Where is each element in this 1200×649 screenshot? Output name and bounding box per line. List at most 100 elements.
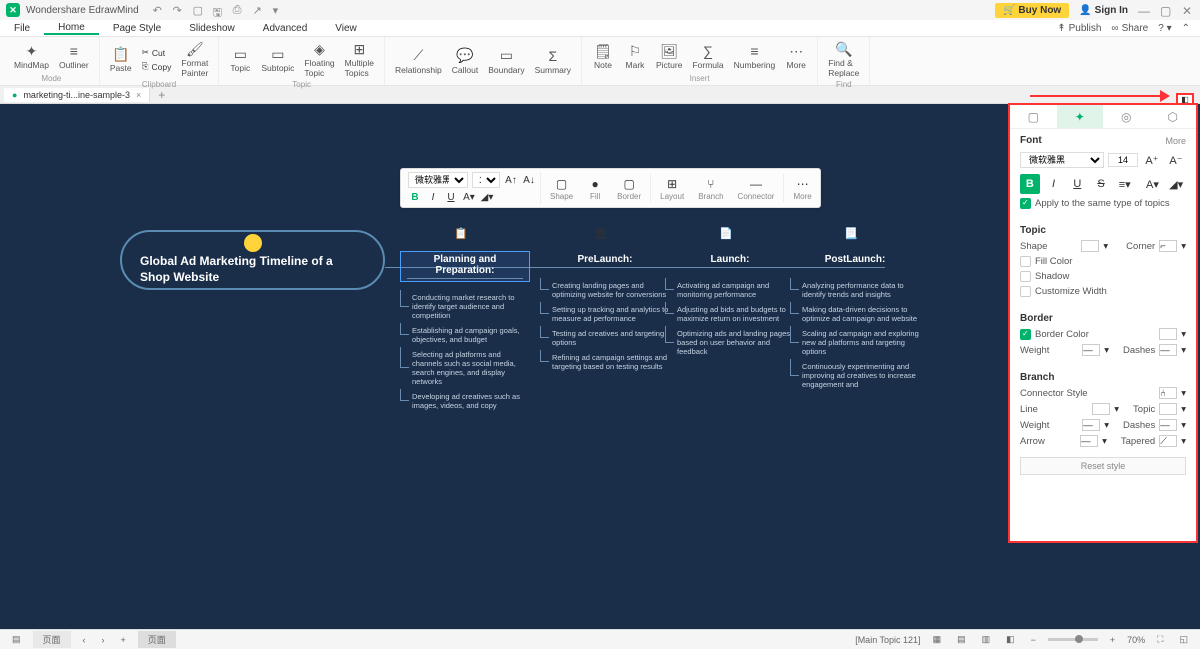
mindmap-subitem[interactable]: Creating landing pages and optimizing we… <box>540 278 670 302</box>
fit-page-icon[interactable]: ◱ <box>1175 634 1192 645</box>
branch-icon[interactable]: ⑂ <box>703 176 719 192</box>
print-icon[interactable]: ⎙ <box>233 4 245 16</box>
italic-button[interactable]: I <box>426 190 440 204</box>
sb-next-page[interactable]: › <box>98 635 109 645</box>
document-tab[interactable]: ●marketing-ti...ine-sample-3× <box>4 88 150 102</box>
sb-page-name[interactable]: 页面 <box>138 631 176 648</box>
mindmap-subitem[interactable]: Making data-driven decisions to optimize… <box>790 302 920 326</box>
connector-icon[interactable]: — <box>748 176 764 192</box>
font-color-button[interactable]: A▾ <box>1143 174 1163 194</box>
fill-icon[interactable]: ● <box>587 176 603 192</box>
highlight-button[interactable]: ◢▾ <box>1166 174 1186 194</box>
menu-file[interactable]: File <box>0 23 44 34</box>
panel-tab-outline[interactable]: ▢ <box>1010 105 1057 128</box>
panel-toggle-button[interactable]: ◧ <box>1176 93 1194 105</box>
bold-button[interactable]: B <box>408 190 422 204</box>
mindmap-subitem[interactable]: Testing ad creatives and targeting optio… <box>540 326 670 350</box>
zoom-in-button[interactable]: + <box>1106 635 1119 645</box>
picture-button[interactable]: 🖼Picture <box>652 41 686 72</box>
mindmap-subitem[interactable]: Scaling ad campaign and exploring new ad… <box>790 326 920 359</box>
tapered-picker[interactable]: ⟋ <box>1159 435 1177 447</box>
find-replace-button[interactable]: 🔍Find & Replace <box>824 39 863 80</box>
border-icon[interactable]: ▢ <box>621 176 637 192</box>
minimize-icon[interactable]: — <box>1138 4 1150 16</box>
menu-home[interactable]: Home <box>44 22 99 35</box>
layout-icon[interactable]: ⊞ <box>664 176 680 192</box>
topic-button[interactable]: ▭Topic <box>225 44 255 75</box>
zoom-value[interactable]: 70% <box>1127 635 1145 645</box>
buy-now-button[interactable]: 🛒 Buy Now <box>995 3 1069 18</box>
mindmap-subitem[interactable]: Analyzing performance data to identify t… <box>790 278 920 302</box>
panel-tab-style[interactable]: ✦ <box>1057 105 1104 128</box>
shape-icon[interactable]: ▢ <box>554 176 570 192</box>
topic-picker[interactable] <box>1159 403 1177 415</box>
bordercolor-picker[interactable] <box>1159 328 1177 340</box>
publish-button[interactable]: ↟ Publish <box>1057 23 1101 34</box>
outliner-button[interactable]: ≡Outliner <box>55 41 93 72</box>
menu-page-style[interactable]: Page Style <box>99 23 175 34</box>
note-button[interactable]: 🗒Note <box>588 41 618 72</box>
mindmap-subitem[interactable]: Continuously experimenting and improving… <box>790 359 920 392</box>
collapse-ribbon-icon[interactable]: ⌃ <box>1182 23 1190 34</box>
paste-button[interactable]: 📋Paste <box>106 44 136 75</box>
new-icon[interactable]: ▢ <box>193 4 205 16</box>
bdashes-picker[interactable]: — <box>1159 419 1177 431</box>
font-family-select[interactable]: 微软雅黑 <box>408 172 468 188</box>
reset-style-button[interactable]: Reset style <box>1020 457 1186 475</box>
maximize-icon[interactable]: ▢ <box>1160 4 1172 16</box>
bweight-picker[interactable]: — <box>1082 419 1100 431</box>
sb-page-tab[interactable]: 页面 <box>33 631 71 648</box>
tab-close-icon[interactable]: × <box>136 90 141 100</box>
panel-font-family[interactable]: 微软雅黑 <box>1020 152 1104 168</box>
sb-view1-icon[interactable]: ▦ <box>929 634 946 645</box>
redo-icon[interactable]: ↷ <box>173 4 185 16</box>
mindmap-phase-4[interactable]: 📃 PostLaunch: Analyzing performance data… <box>790 227 920 392</box>
font-color-button[interactable]: A▾ <box>462 190 476 204</box>
mindmap-subitem[interactable]: Adjusting ad bids and budgets to maximiz… <box>665 302 795 326</box>
bold-button[interactable]: B <box>1020 174 1040 194</box>
float-more-icon[interactable]: ⋯ <box>795 176 811 192</box>
sb-view4-icon[interactable]: ◧ <box>1002 634 1019 645</box>
mindmap-button[interactable]: ✦MindMap <box>10 41 53 72</box>
fit-width-icon[interactable]: ⛶ <box>1153 634 1167 645</box>
menu-view[interactable]: View <box>321 23 371 34</box>
line-picker[interactable] <box>1092 403 1110 415</box>
copy-button[interactable]: ⎘ Copy <box>138 60 176 73</box>
apply-same-type-checkbox[interactable] <box>1020 198 1031 209</box>
strike-button[interactable]: S <box>1091 174 1111 194</box>
callout-button[interactable]: 💬Callout <box>448 46 482 77</box>
font-shrink-icon[interactable]: A⁻ <box>1166 150 1186 170</box>
more-insert-button[interactable]: ⋯More <box>781 41 811 72</box>
mindmap-phase-3[interactable]: 📄 Launch: Activating ad campaign and mon… <box>665 227 795 359</box>
font-grow-icon[interactable]: A↑ <box>504 173 518 187</box>
sb-view3-icon[interactable]: ▥ <box>978 634 995 645</box>
font-grow-icon[interactable]: A⁺ <box>1142 150 1162 170</box>
summary-button[interactable]: ΣSummary <box>531 46 575 77</box>
mindmap-phase-1[interactable]: 📋 Planning and Preparation: Conducting m… <box>400 227 530 413</box>
menu-advanced[interactable]: Advanced <box>249 23 321 34</box>
cut-button[interactable]: ✂ Cut <box>138 46 176 59</box>
panel-tab-tag[interactable]: ◎ <box>1103 105 1150 128</box>
new-tab-button[interactable]: + <box>150 88 173 102</box>
mindmap-subitem[interactable]: Selecting ad platforms and channels such… <box>400 347 530 389</box>
format-painter-button[interactable]: 🖌Format Painter <box>177 39 212 80</box>
underline-button[interactable]: U <box>1067 174 1087 194</box>
mindmap-subitem[interactable]: Refining ad campaign settings and target… <box>540 350 670 374</box>
mindmap-subitem[interactable]: Developing ad creatives such as images, … <box>400 389 530 413</box>
numbering-button[interactable]: ≡Numbering <box>730 41 780 72</box>
share-button[interactable]: ∞ Share <box>1111 23 1148 34</box>
save-icon[interactable]: 🖫 <box>213 4 225 16</box>
italic-button[interactable]: I <box>1044 174 1064 194</box>
formula-button[interactable]: ∑Formula <box>688 41 727 72</box>
arrow-picker[interactable]: — <box>1080 435 1098 447</box>
custwidth-checkbox[interactable] <box>1020 286 1031 297</box>
undo-icon[interactable]: ↶ <box>153 4 165 16</box>
shadow-checkbox[interactable] <box>1020 271 1031 282</box>
menu-slideshow[interactable]: Slideshow <box>175 23 249 34</box>
mindmap-phase-2[interactable]: 🏛 PreLaunch: Creating landing pages and … <box>540 227 670 374</box>
sb-add-page[interactable]: + <box>117 635 130 645</box>
qat-more-icon[interactable]: ▾ <box>273 4 285 16</box>
corner-picker[interactable]: ⌐ <box>1159 240 1177 252</box>
sb-view2-icon[interactable]: ▤ <box>953 634 970 645</box>
zoom-slider[interactable] <box>1048 638 1098 641</box>
